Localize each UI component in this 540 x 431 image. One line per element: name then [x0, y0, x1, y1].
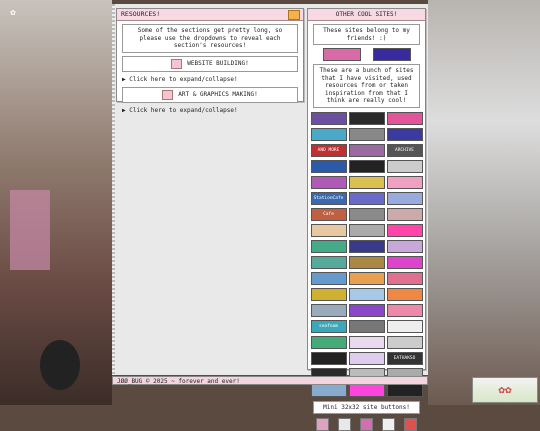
site-button[interactable] [310, 335, 347, 349]
site-button[interactable] [386, 319, 423, 333]
site-button[interactable] [348, 303, 385, 317]
site-button[interactable] [310, 223, 347, 237]
cool-sites-header: OTHER COOL SITES! [308, 9, 425, 21]
friend-button[interactable] [322, 48, 361, 61]
resources-panel: RESOURCES! Some of the sections get pret… [116, 8, 304, 114]
mini-site-button[interactable] [404, 418, 417, 431]
section-art-graphics: ART & GRAPHICS MAKING! [122, 86, 298, 103]
site-button[interactable] [348, 239, 385, 253]
site-button[interactable] [348, 287, 385, 301]
site-button[interactable]: ARCHIVE [386, 143, 423, 157]
site-button[interactable]: seafoam [310, 319, 347, 333]
site-button[interactable] [386, 223, 423, 237]
site-button[interactable] [386, 127, 423, 141]
site-button[interactable]: StationCafe [310, 191, 347, 205]
site-button[interactable] [386, 303, 423, 317]
section-icon [171, 58, 183, 69]
decorative-sticker: ✿✿ [472, 377, 538, 403]
site-button[interactable] [386, 271, 423, 285]
resources-header: RESOURCES! [117, 9, 303, 21]
section-label: ART & GRAPHICS MAKING! [178, 90, 258, 98]
site-button[interactable] [310, 127, 347, 141]
friend-button[interactable] [372, 48, 411, 61]
site-button[interactable] [348, 143, 385, 157]
site-button[interactable] [310, 383, 347, 397]
site-button[interactable]: EATHAKSO [386, 351, 423, 365]
site-button-grid: AND MORE ARCHIVE StationCafe Cafe seafoam EAT… [308, 111, 425, 397]
site-logo-icon[interactable]: ✿ [6, 6, 20, 20]
site-button[interactable] [310, 111, 347, 125]
site-button[interactable]: Cafe [310, 207, 347, 221]
site-button[interactable] [348, 159, 385, 173]
site-button[interactable] [348, 383, 385, 397]
site-button[interactable] [348, 127, 385, 141]
section-website-building: WEBSITE BUILDING! [122, 55, 298, 72]
site-button[interactable] [386, 159, 423, 173]
site-button[interactable] [310, 159, 347, 173]
mini-buttons-label: Mini 32x32 site buttons! [313, 400, 420, 414]
inspo-text: These are a bunch of sites that I have v… [313, 64, 420, 108]
site-button[interactable] [348, 191, 385, 205]
mini-site-button[interactable] [382, 418, 395, 431]
expand-website-building[interactable]: ▶ Click here to expand/collapse! [122, 75, 298, 84]
site-button[interactable] [310, 287, 347, 301]
friends-text: These sites belong to my friends! :) [313, 24, 420, 45]
site-button[interactable] [386, 335, 423, 349]
site-button[interactable] [310, 271, 347, 285]
site-button[interactable]: AND MORE [310, 143, 347, 157]
mini-site-button[interactable] [360, 418, 373, 431]
section-label: WEBSITE BUILDING! [187, 59, 249, 67]
footer-bar: JØØ_BUG © 2025 ~ forever and ever! [112, 376, 428, 385]
mini-site-button[interactable] [316, 418, 329, 431]
site-button[interactable] [348, 255, 385, 269]
site-button[interactable] [348, 271, 385, 285]
site-button[interactable] [386, 239, 423, 253]
mini-site-button[interactable] [338, 418, 351, 431]
site-button[interactable] [348, 207, 385, 221]
site-button[interactable] [386, 111, 423, 125]
expand-art-graphics[interactable]: ▶ Click here to expand/collapse! [122, 106, 298, 115]
site-button[interactable] [310, 351, 347, 365]
section-icon [162, 89, 174, 100]
mini-button-row [308, 418, 425, 431]
site-button[interactable] [348, 351, 385, 365]
site-button[interactable] [386, 191, 423, 205]
site-button[interactable] [348, 319, 385, 333]
site-button[interactable] [310, 239, 347, 253]
cool-sites-panel: OTHER COOL SITES! These sites belong to … [307, 8, 426, 431]
site-button[interactable] [386, 287, 423, 301]
resources-intro: Some of the sections get pretty long, so… [122, 24, 298, 53]
folder-icon [288, 10, 300, 20]
site-button[interactable] [310, 255, 347, 269]
site-button[interactable] [310, 175, 347, 189]
site-button[interactable] [386, 255, 423, 269]
site-button[interactable] [310, 303, 347, 317]
site-button[interactable] [348, 223, 385, 237]
resources-title: RESOURCES! [121, 10, 161, 18]
site-button[interactable] [348, 335, 385, 349]
site-button[interactable] [348, 111, 385, 125]
site-button[interactable] [386, 207, 423, 221]
site-button[interactable] [386, 383, 423, 397]
footer-text: JØØ_BUG © 2025 ~ forever and ever! [117, 378, 240, 385]
site-button[interactable] [348, 175, 385, 189]
site-button[interactable] [386, 175, 423, 189]
